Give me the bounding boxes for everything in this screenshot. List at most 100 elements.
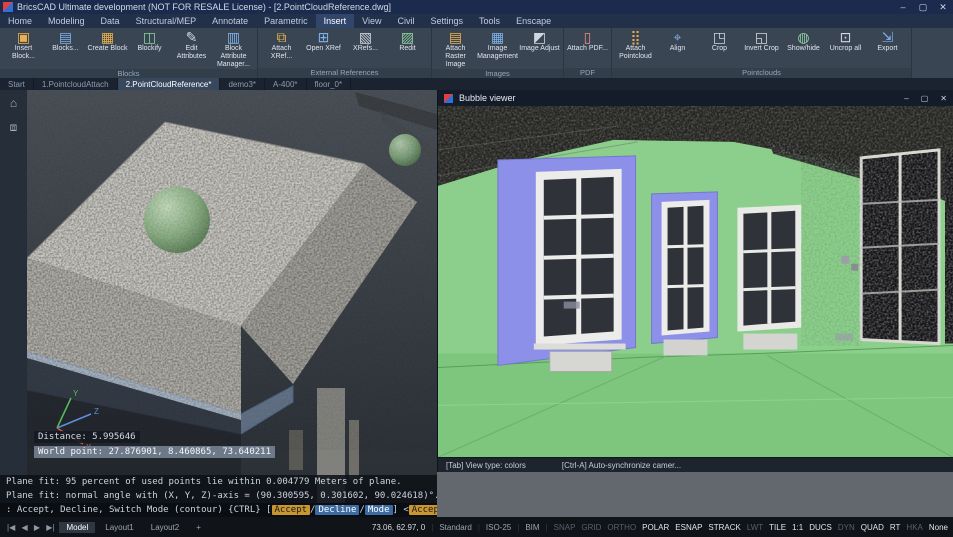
ribbon-group-images: ▤ Attach Raster Image ▦ Image Management… (432, 28, 564, 78)
block-attribute-manager-button[interactable]: ▥ Block Attribute Manager... (213, 29, 254, 69)
first-layout-icon[interactable]: |◀ (5, 523, 17, 532)
open-xref-button[interactable]: ⊞ Open XRef (303, 29, 344, 53)
prev-layout-icon[interactable]: ◀ (19, 523, 29, 532)
image-adjust-button[interactable]: ◩ Image Adjust (519, 29, 560, 53)
toggle-strack[interactable]: STRACK (708, 523, 740, 532)
tab-settings[interactable]: Settings (423, 14, 472, 28)
bubble-status-view-type: [Tab] View type: colors (446, 460, 526, 470)
toggle-scale[interactable]: 1:1 (792, 523, 803, 532)
tab-home[interactable]: Home (0, 14, 40, 28)
doc-tab-demo3[interactable]: demo3* (220, 78, 266, 90)
current-style[interactable]: Standard (439, 523, 471, 532)
doc-tab-pointcloudreference[interactable]: 2.PointCloudReference* (117, 78, 221, 90)
tab-structural-mep[interactable]: Structural/MEP (128, 14, 205, 28)
toggle-lwt[interactable]: LWT (747, 523, 763, 532)
toggle-polar[interactable]: POLAR (642, 523, 669, 532)
tab-view[interactable]: View (354, 14, 389, 28)
blockify-button[interactable]: ◫ Blockify (129, 29, 170, 53)
blocks-panel-button[interactable]: ▤ Blocks... (45, 29, 86, 53)
doc-tab-floor0[interactable]: floor_0* (307, 78, 352, 90)
tab-enscape[interactable]: Enscape (508, 14, 559, 28)
attach-raster-image-button[interactable]: ▤ Attach Raster Image (435, 29, 476, 69)
document-tab-bar: Start 1.PointcloudAttach 2.PointCloudRef… (0, 78, 953, 90)
annotation-scale-none[interactable]: None (929, 523, 948, 532)
bubble-minimize-icon[interactable]: – (904, 94, 908, 103)
command-prompt[interactable]: : Accept, Decline, Switch Mode (contour)… (0, 503, 437, 517)
keyword-mode[interactable]: Mode (364, 505, 393, 515)
attach-pointcloud-button[interactable]: ⣿ Attach Pointcloud (615, 29, 656, 61)
edit-attributes-button[interactable]: ✎ Edit Attributes (171, 29, 212, 61)
ribbon-group-blocks: ▣ Insert Block... ▤ Blocks... ▦ Create B… (0, 28, 258, 78)
toggle-grid[interactable]: GRID (581, 523, 601, 532)
toggle-rt[interactable]: RT (890, 523, 901, 532)
keyword-accept[interactable]: Accept (271, 505, 311, 515)
bubble-viewer-status-bar: [Tab] View type: colors [Ctrl-A] Auto-sy… (438, 458, 953, 472)
views-icon[interactable]: ⧈ (10, 120, 18, 135)
tab-modeling[interactable]: Modeling (40, 14, 93, 28)
keyword-default-accept[interactable]: Accept (408, 505, 437, 515)
layout-tab-layout2[interactable]: Layout2 (144, 522, 186, 533)
image-management-button[interactable]: ▦ Image Management (477, 29, 518, 61)
toggle-esnap[interactable]: ESNAP (675, 523, 702, 532)
insert-block-button[interactable]: ▣ Insert Block... (3, 29, 44, 61)
toggle-tile[interactable]: TILE (769, 523, 786, 532)
layout-tab-model[interactable]: Model (59, 521, 96, 533)
ribbon-empty-space (912, 28, 953, 78)
doc-tab-pointcloudattach[interactable]: 1.PointcloudAttach (34, 78, 118, 90)
crop-pointcloud-button[interactable]: ◳ Crop (699, 29, 740, 53)
toggle-ducs[interactable]: DUCS (809, 523, 832, 532)
open-xref-icon: ⊞ (317, 29, 330, 45)
invert-crop-icon: ◱ (754, 29, 769, 45)
image-management-icon: ▦ (490, 29, 505, 45)
tab-tools[interactable]: Tools (471, 14, 508, 28)
create-block-button[interactable]: ▦ Create Block (87, 29, 128, 53)
bubble-close-icon[interactable]: ✕ (940, 94, 947, 103)
current-dim-style[interactable]: ISO-25 (486, 523, 511, 532)
svg-text:Y: Y (73, 389, 79, 398)
image-adjust-icon: ◩ (532, 29, 547, 45)
xrefs-button[interactable]: ▧ XRefs... (345, 29, 386, 53)
doc-tab-start[interactable]: Start (0, 78, 34, 90)
uncrop-all-icon: ⊡ (839, 29, 852, 45)
toggle-snap[interactable]: SNAP (554, 523, 576, 532)
toggle-ortho[interactable]: ORTHO (607, 523, 636, 532)
invert-crop-button[interactable]: ◱ Invert Crop (741, 29, 782, 53)
last-layout-icon[interactable]: ▶| (44, 523, 56, 532)
ribbon-tab-bar: Home Modeling Data Structural/MEP Annota… (0, 14, 953, 28)
add-layout-button[interactable]: + (189, 522, 208, 533)
attach-xref-button[interactable]: ⧉ Attach XRef... (261, 29, 302, 61)
toggle-quad[interactable]: QUAD (861, 523, 884, 532)
title-bar: BricsCAD Ultimate development (NOT FOR R… (0, 0, 953, 14)
next-layout-icon[interactable]: ▶ (32, 523, 42, 532)
attach-pdf-button[interactable]: ▯ Attach PDF... (567, 29, 608, 53)
ribbon-group-external-references: ⧉ Attach XRef... ⊞ Open XRef ▧ XRefs... … (258, 28, 432, 78)
tab-civil[interactable]: Civil (390, 14, 423, 28)
status-bar: |◀ ◀ ▶ ▶| Model Layout1 Layout2 + 73.06,… (0, 517, 953, 537)
maximize-icon[interactable]: ▢ (913, 0, 933, 14)
redit-button[interactable]: ▨ Redit (387, 29, 428, 53)
command-line-panel: Plane fit: 95 percent of used points lie… (0, 475, 437, 517)
align-pointcloud-button[interactable]: ⌖ Align (657, 29, 698, 53)
close-icon[interactable]: ✕ (933, 0, 953, 14)
toggle-dyn[interactable]: DYN (838, 523, 855, 532)
layout-tab-layout1[interactable]: Layout1 (98, 522, 140, 533)
block-attribute-manager-icon: ▥ (226, 29, 241, 45)
uncrop-all-button[interactable]: ⊡ Uncrop all (825, 29, 866, 53)
doc-tab-a400[interactable]: A-400* (265, 78, 307, 90)
window-title: BricsCAD Ultimate development (NOT FOR R… (17, 2, 391, 12)
tab-data[interactable]: Data (93, 14, 128, 28)
export-pointcloud-button[interactable]: ⇲ Export (867, 29, 908, 53)
home-icon[interactable]: ⌂ (10, 96, 17, 110)
app-logo-icon (3, 2, 13, 12)
minimize-icon[interactable]: – (893, 0, 913, 14)
bubble-maximize-icon[interactable]: ▢ (921, 94, 929, 103)
toggle-hka[interactable]: HKA (906, 523, 922, 532)
current-workspace[interactable]: BIM (525, 523, 539, 532)
show-hide-button[interactable]: ◍ Show/hide (783, 29, 824, 53)
bubble-viewer-title-bar[interactable]: Bubble viewer – ▢ ✕ (438, 90, 953, 106)
tab-insert[interactable]: Insert (315, 14, 355, 28)
tab-annotate[interactable]: Annotate (204, 14, 256, 28)
bubble-viewer-canvas[interactable] (438, 106, 953, 458)
tab-parametric[interactable]: Parametric (256, 14, 316, 28)
keyword-decline[interactable]: Decline (315, 505, 360, 515)
